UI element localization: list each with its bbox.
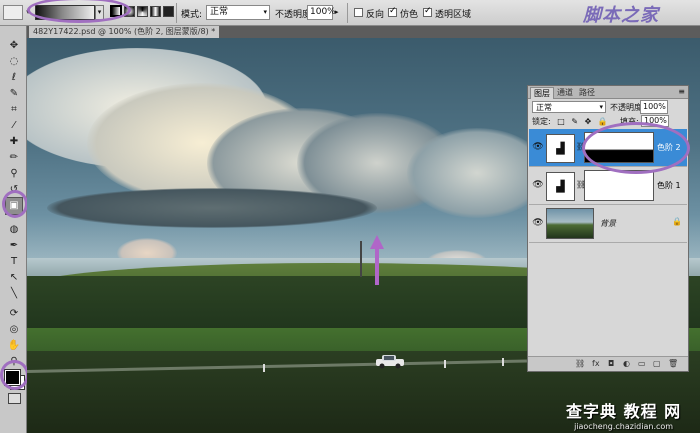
layer-opacity-input[interactable]: 100% [640, 100, 668, 114]
reverse-label: 反向 [366, 10, 385, 20]
diamond-gradient-button[interactable] [163, 6, 174, 17]
angle-gradient-button[interactable] [137, 6, 148, 17]
fence-post [263, 364, 265, 372]
divider [347, 3, 348, 23]
marquee-tool-icon[interactable]: ◌ [6, 54, 22, 70]
tab-paths[interactable]: 路径 [576, 87, 598, 98]
car-icon [376, 355, 404, 369]
3d-rotate-icon[interactable]: ⟳ [6, 306, 22, 322]
mode-label: 模式: [181, 10, 203, 20]
eye-icon[interactable]: 👁 [532, 179, 544, 191]
opacity-slider-arrow-icon[interactable]: ▸ [335, 5, 343, 20]
tab-layers[interactable]: 图层 [530, 87, 554, 99]
layer-row-background[interactable]: 👁 背景 🔒 [529, 205, 687, 243]
layer-thumbnail[interactable] [546, 208, 594, 239]
trash-icon[interactable]: 🗑 [668, 358, 678, 370]
tab-channels[interactable]: 通道 [554, 87, 576, 98]
watermark-url: jiaocheng.chazidian.com [574, 422, 674, 431]
crop-tool-icon[interactable]: ⌗ [6, 102, 22, 118]
site-watermark: 查字典 教程 网 jiaocheng.chazidian.com [566, 398, 681, 431]
layers-panel-footer: ⛓ fx ◘ ◐ ▭ ▢ 🗑 [528, 356, 688, 371]
eye-icon[interactable]: 👁 [532, 217, 544, 229]
annotation-oval [2, 190, 28, 218]
document-tab-bar: 482Y17422.psd @ 100% (色阶 2, 图层蒙版/8) * [27, 26, 700, 38]
layer-row-levels-1[interactable]: 👁 ▟ ⛓ 色阶 1 [529, 167, 687, 205]
divider [176, 3, 177, 23]
type-tool-icon[interactable]: T [6, 254, 22, 270]
layers-panel-tabs: 图层 通道 路径 ≡ [528, 86, 688, 99]
dither-label: 仿色 [400, 10, 419, 20]
fence-post [502, 358, 504, 366]
mode-select[interactable]: 正常 ▾ [206, 5, 270, 20]
blend-mode-value: 正常 [536, 103, 552, 112]
opacity-input[interactable]: 100% [307, 5, 336, 20]
blur-tool-icon[interactable]: ◍ [6, 222, 22, 238]
move-tool-icon[interactable]: ✥ [6, 38, 22, 54]
path-select-icon[interactable]: ↖ [6, 270, 22, 286]
healing-brush-icon[interactable]: ✚ [6, 134, 22, 150]
transparency-checkbox[interactable] [423, 6, 432, 17]
eye-icon[interactable]: 👁 [532, 141, 544, 153]
layer-blend-mode-select[interactable]: 正常 ▾ [532, 101, 606, 113]
lock-all-icon[interactable]: 🔒 [598, 117, 608, 126]
hand-tool-icon[interactable]: ✋ [6, 338, 22, 354]
layer-style-icon[interactable]: fx [592, 358, 600, 370]
new-layer-icon[interactable]: ▢ [653, 358, 661, 370]
document-tab[interactable]: 482Y17422.psd @ 100% (色阶 2, 图层蒙版/8) * [29, 26, 220, 38]
mode-value: 正常 [210, 7, 229, 17]
lock-position-icon[interactable]: ✥ [585, 117, 592, 126]
lock-label: 锁定: [532, 117, 551, 126]
add-mask-icon[interactable]: ◘ [608, 358, 614, 370]
fence-post [444, 360, 446, 368]
arrow-up-icon [370, 235, 384, 285]
layer-name[interactable]: 色阶 1 [657, 180, 681, 191]
clone-stamp-icon[interactable]: ⚲ [6, 166, 22, 182]
lock-pixels-icon[interactable]: ✎ [571, 117, 578, 126]
quick-select-tool-icon[interactable]: ✎ [6, 86, 22, 102]
dither-checkbox[interactable] [388, 6, 397, 17]
lock-row: 锁定: □ ✎ ✥ 🔒 [532, 116, 612, 127]
eyedropper-tool-icon[interactable]: ⁄ [6, 118, 22, 134]
reflected-gradient-button[interactable] [150, 6, 161, 17]
site-watermark-logo: 脚本之家 [583, 5, 659, 26]
watermark-text: 查字典 教程 网 [566, 402, 682, 421]
lasso-tool-icon[interactable]: ℓ [6, 70, 22, 86]
layer-mask-thumbnail[interactable] [584, 170, 654, 201]
group-icon[interactable]: ▭ [638, 358, 646, 370]
annotation-oval [582, 122, 690, 174]
3d-orbit-icon[interactable]: ◎ [6, 322, 22, 338]
adjustment-layer-icon[interactable]: ◐ [623, 358, 630, 370]
gradient-drag-line [360, 241, 362, 277]
tool-preset-picker[interactable] [3, 5, 23, 20]
link-layers-icon[interactable]: ⛓ [575, 358, 585, 370]
reverse-checkbox[interactable] [354, 8, 363, 17]
brush-tool-icon[interactable]: ✏ [6, 150, 22, 166]
levels-adjustment-icon[interactable]: ▟ [546, 172, 575, 201]
layer-name[interactable]: 背景 [600, 218, 616, 229]
quick-mask-button[interactable] [8, 393, 21, 404]
panel-menu-icon[interactable]: ≡ [678, 87, 685, 97]
chevron-down-icon: ▾ [599, 103, 603, 111]
transparency-label: 透明区域 [435, 10, 472, 20]
annotation-oval [0, 360, 29, 390]
chevron-down-icon: ▾ [263, 8, 267, 16]
lock-transparent-icon[interactable]: □ [557, 117, 565, 126]
pen-tool-icon[interactable]: ✒ [6, 238, 22, 254]
shape-tool-icon[interactable]: ╲ [6, 286, 22, 302]
levels-adjustment-icon[interactable]: ▟ [546, 134, 575, 163]
lock-icon: 🔒 [672, 217, 682, 226]
